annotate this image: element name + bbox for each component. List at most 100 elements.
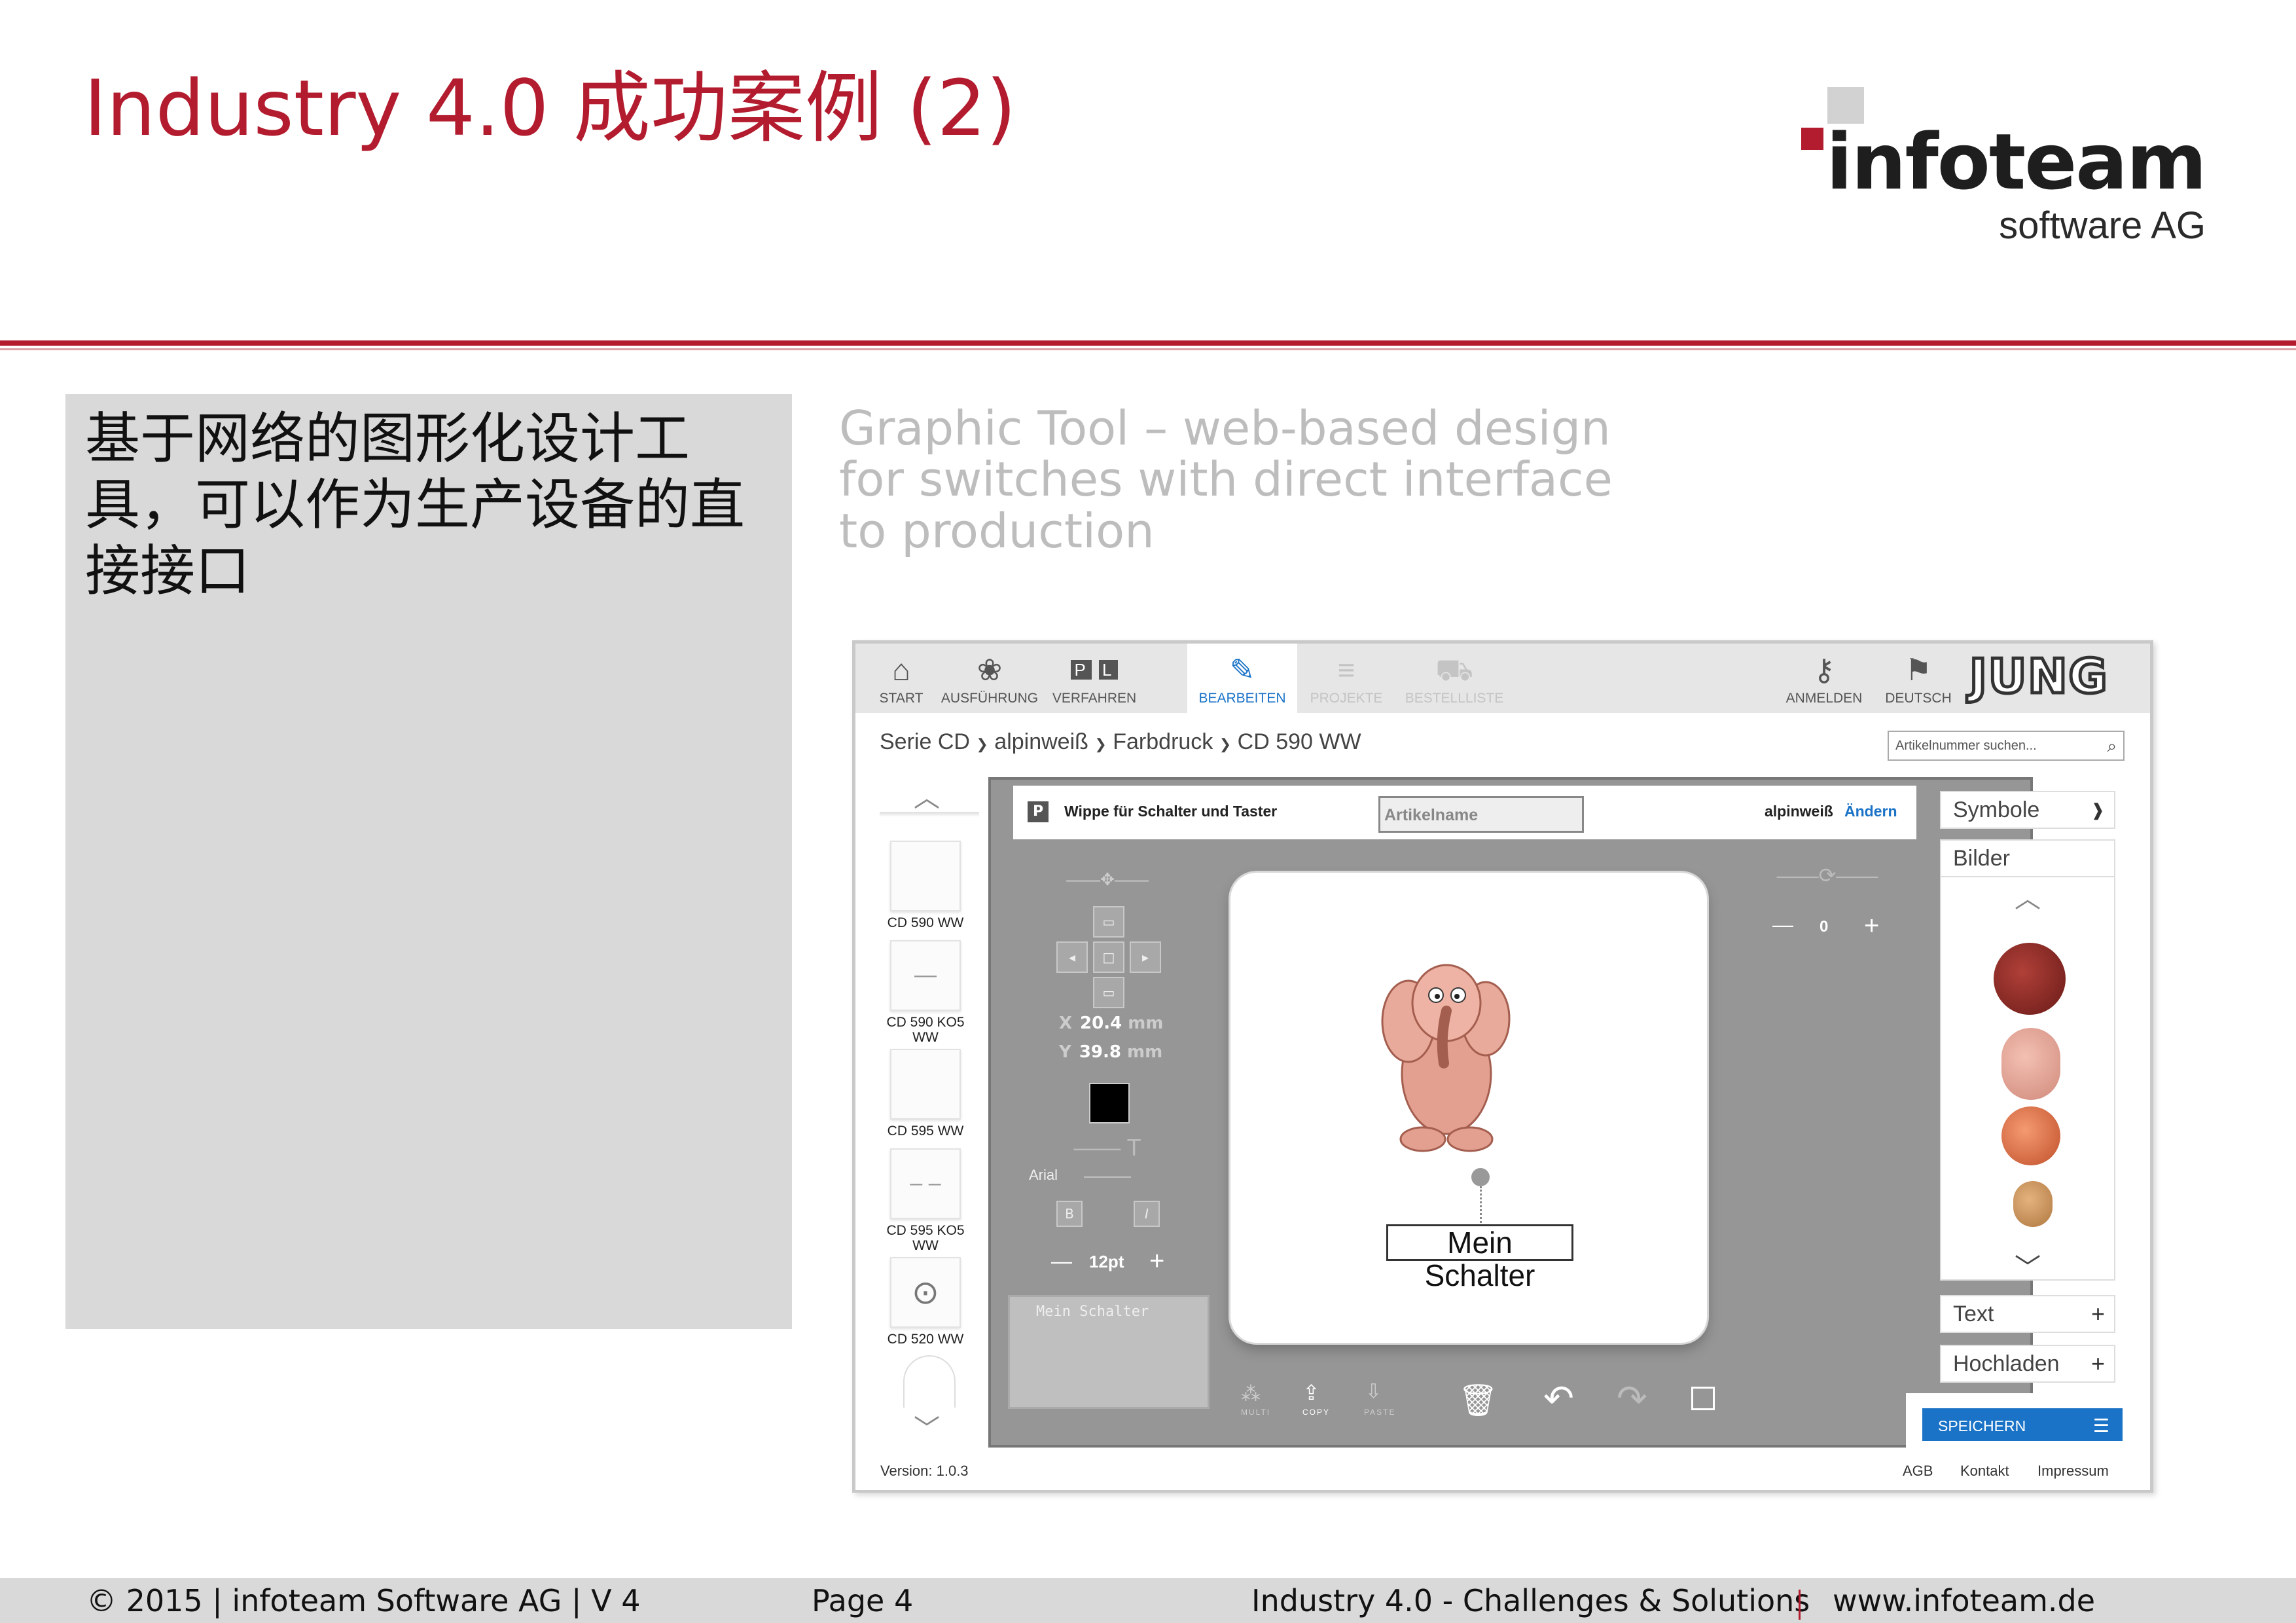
align-center-button[interactable]: □ bbox=[1093, 941, 1124, 973]
label-anchor-handle[interactable] bbox=[1471, 1168, 1490, 1186]
gallery-scroll-up-icon[interactable]: ︿ bbox=[2001, 877, 2054, 915]
multi-select-icon[interactable]: ⁂ bbox=[1241, 1383, 1261, 1406]
product-item[interactable]: ⊙ CD 520 WW bbox=[873, 1257, 978, 1347]
product-thumbnail: — bbox=[890, 940, 961, 1011]
breadcrumb-item[interactable]: Serie CD bbox=[880, 729, 970, 754]
breadcrumb-item[interactable]: Farbdruck bbox=[1113, 729, 1213, 754]
align-top-button[interactable]: ▭ bbox=[1093, 906, 1124, 938]
rotate-decrease-button[interactable]: — bbox=[1772, 913, 1793, 937]
font-size-decrease-button[interactable]: — bbox=[1051, 1249, 1072, 1273]
align-right-button[interactable]: ▸ bbox=[1130, 941, 1161, 973]
p-badge-icon: P bbox=[1028, 801, 1049, 822]
toolbar-projekte-button[interactable]: ≡ PROJEKTE bbox=[1304, 644, 1389, 713]
bilder-header[interactable]: Bilder bbox=[1940, 839, 2115, 877]
toolbar-verfahren-button[interactable]: P L VERFAHREN bbox=[1045, 644, 1143, 713]
footer-copyright: © 2015 | infoteam Software AG | V 4 bbox=[86, 1583, 641, 1618]
logo-wordmark: infoteam bbox=[1826, 117, 2207, 207]
chevron-right-icon: ❱ bbox=[2090, 800, 2105, 820]
agb-link[interactable]: AGB bbox=[1903, 1463, 1933, 1480]
align-left-button[interactable]: ◂ bbox=[1056, 941, 1088, 973]
breadcrumb-item[interactable]: CD 590 WW bbox=[1238, 729, 1361, 754]
product-item[interactable]: – – CD 595 KO5 WW bbox=[873, 1148, 978, 1253]
impressum-link[interactable]: Impressum bbox=[2037, 1463, 2109, 1480]
color-swatch[interactable] bbox=[1089, 1083, 1130, 1123]
align-bottom-button[interactable]: ▭ bbox=[1093, 977, 1124, 1008]
toolbar-deutsch-button[interactable]: ⚑ DEUTSCH bbox=[1879, 644, 1958, 713]
elephant-image[interactable] bbox=[1381, 943, 1512, 1165]
product-label: CD 520 WW bbox=[887, 1332, 964, 1347]
description-box: 基于网络的图形化设计工具，可以作为生产设备的直接接口 bbox=[65, 394, 792, 1329]
toolbar-label: VERFAHREN bbox=[1052, 691, 1137, 706]
home-icon: ⌂ bbox=[892, 653, 910, 687]
footer-title: Industry 4.0 - Challenges & Solutions bbox=[1251, 1583, 1810, 1618]
search-placeholder: Artikelnummer suchen... bbox=[1895, 739, 2037, 753]
text-preview-box[interactable]: Mein Schalter bbox=[1008, 1295, 1210, 1409]
article-type-label: Wippe für Schalter und Taster bbox=[1064, 803, 1278, 820]
toolbar-bearbeiten-button[interactable]: ✎ BEARBEITEN bbox=[1187, 644, 1297, 713]
toolbar-anmelden-button[interactable]: ⚷ ANMELDEN bbox=[1778, 644, 1870, 713]
toolbar-start-button[interactable]: ⌂ START bbox=[869, 644, 934, 713]
footer-url[interactable]: www.infoteam.de bbox=[1833, 1583, 2095, 1618]
scroll-up-icon[interactable]: ︿ bbox=[901, 776, 953, 814]
kontakt-link[interactable]: Kontakt bbox=[1960, 1463, 2009, 1480]
logo-subtitle: software AG bbox=[1999, 204, 2206, 247]
plus-icon: + bbox=[2090, 1350, 2105, 1377]
breadcrumb-item[interactable]: alpinweiß bbox=[994, 729, 1088, 754]
label-connector bbox=[1480, 1186, 1482, 1223]
gallery-elephant-image[interactable] bbox=[2001, 1028, 2060, 1100]
caption-line: to production bbox=[839, 503, 1155, 558]
toolbar-ausfuehrung-button[interactable]: ❀ AUSFÜHRUNG bbox=[941, 644, 1039, 713]
toolbar-label: BEARBEITEN bbox=[1198, 691, 1286, 706]
app-toolbar: ⌂ START ❀ AUSFÜHRUNG P L VERFAHREN ✎ BEA… bbox=[855, 644, 2150, 713]
scroll-down-icon[interactable]: ﹀ bbox=[901, 1408, 953, 1446]
search-icon[interactable]: ⌕ bbox=[2107, 736, 2117, 757]
logo-red-square bbox=[1801, 128, 1823, 150]
move-arrows-icon: ——✥—— bbox=[1066, 869, 1149, 889]
pl-icon: P L bbox=[1071, 653, 1118, 687]
caption: Graphic Tool – web-based design for swit… bbox=[839, 403, 1690, 558]
rotate-increase-button[interactable]: + bbox=[1864, 911, 1879, 941]
italic-button[interactable]: I bbox=[1134, 1201, 1160, 1227]
gallery-scroll-down-icon[interactable]: ﹀ bbox=[2001, 1247, 2054, 1285]
product-item[interactable]: CD 590 WW bbox=[873, 841, 978, 930]
paste-icon[interactable]: ⇩ bbox=[1365, 1380, 1382, 1403]
product-item[interactable]: CD 595 WW bbox=[873, 1049, 978, 1139]
font-name[interactable]: Arial bbox=[1029, 1167, 1058, 1184]
bilder-label: Bilder bbox=[1953, 846, 2010, 871]
switch-text-label[interactable]: Mein Schalter bbox=[1386, 1224, 1573, 1292]
trash-icon[interactable]: 🗑 bbox=[1458, 1381, 1498, 1419]
change-color-link[interactable]: Ändern bbox=[1844, 803, 1897, 820]
product-thumbnail bbox=[890, 841, 961, 911]
gallery-giraffe-image[interactable] bbox=[2013, 1181, 2053, 1227]
toolbar-label: BESTELLLISTE bbox=[1405, 691, 1504, 706]
undo-icon[interactable]: ↶ bbox=[1543, 1377, 1574, 1420]
font-size-increase-button[interactable]: + bbox=[1149, 1247, 1164, 1276]
toolbar-bestellliste-button[interactable]: ⛟ BESTELLLISTE bbox=[1399, 644, 1510, 713]
color-label: alpinweiß bbox=[1765, 803, 1833, 820]
product-label: CD 590 KO5 WW bbox=[886, 1015, 965, 1046]
fullscreen-icon[interactable] bbox=[1691, 1387, 1715, 1410]
gallery-monkey-image[interactable] bbox=[1994, 943, 2066, 1015]
upload-button[interactable]: Hochladen + bbox=[1940, 1345, 2115, 1383]
cart-icon: ⛟ bbox=[1435, 653, 1473, 687]
copy-icon[interactable]: ⇪ bbox=[1302, 1380, 1320, 1405]
article-name-input[interactable]: Artikelname bbox=[1378, 796, 1584, 833]
save-label: SPEICHERN bbox=[1938, 1417, 2026, 1434]
gallery-fish-image[interactable] bbox=[2001, 1106, 2060, 1165]
article-search-input[interactable]: Artikelnummer suchen... ⌕ bbox=[1888, 731, 2125, 761]
product-thumbnail-partial[interactable] bbox=[903, 1355, 956, 1408]
bold-button[interactable]: B bbox=[1056, 1201, 1083, 1227]
toolbar-label: START bbox=[879, 691, 924, 706]
x-position-readout[interactable]: X 20.4 mm bbox=[1059, 1013, 1163, 1033]
redo-icon[interactable]: ↷ bbox=[1617, 1377, 1647, 1420]
symbole-button[interactable]: Symbole ❱ bbox=[1940, 791, 2115, 829]
y-position-readout[interactable]: Y 39.8 mm bbox=[1059, 1042, 1162, 1062]
multi-label: MULTI bbox=[1241, 1408, 1271, 1417]
add-text-button[interactable]: Text + bbox=[1940, 1295, 2115, 1333]
pencil-icon: ✎ bbox=[1229, 653, 1255, 687]
save-button[interactable]: SPEICHERN ☰ bbox=[1920, 1406, 2125, 1443]
breadcrumb: Serie CD ❯ alpinweiß ❯ Farbdruck ❯ CD 59… bbox=[880, 729, 1361, 755]
palette-icon: ❀ bbox=[977, 653, 1003, 687]
list-icon: ≡ bbox=[1337, 653, 1355, 687]
product-item[interactable]: — CD 590 KO5 WW bbox=[873, 940, 978, 1045]
